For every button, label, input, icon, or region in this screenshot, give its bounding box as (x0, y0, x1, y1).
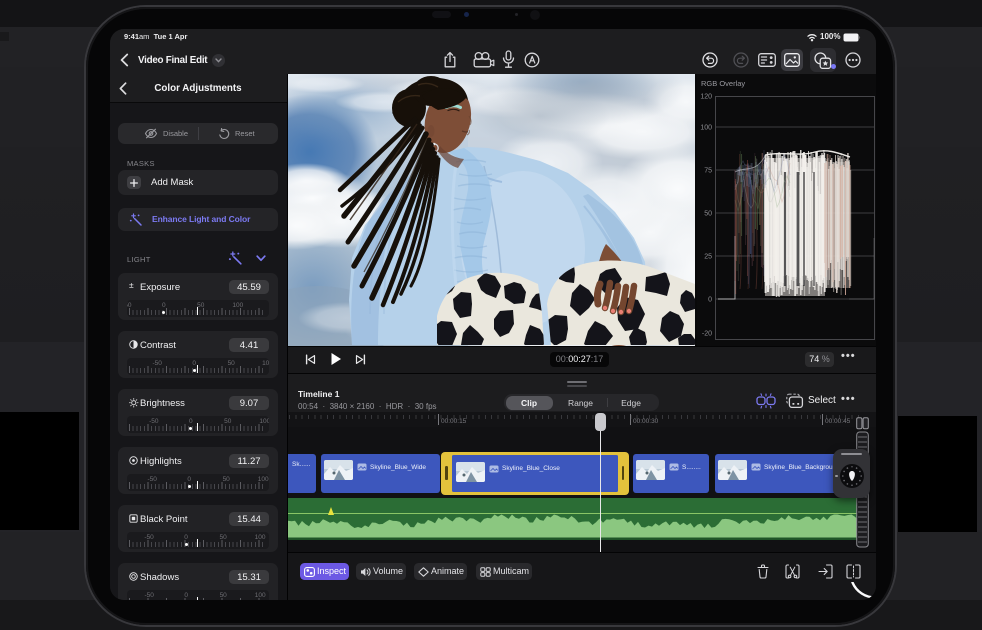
svg-text:-20: -20 (702, 331, 712, 338)
svg-text:100: 100 (700, 125, 712, 132)
svg-text:50: 50 (704, 211, 712, 218)
svg-text:RGB Overlay: RGB Overlay (701, 79, 745, 88)
svg-text:120: 120 (700, 94, 712, 101)
svg-text:75: 75 (704, 168, 712, 175)
svg-text:0: 0 (708, 297, 712, 304)
svg-text:25: 25 (704, 254, 712, 261)
